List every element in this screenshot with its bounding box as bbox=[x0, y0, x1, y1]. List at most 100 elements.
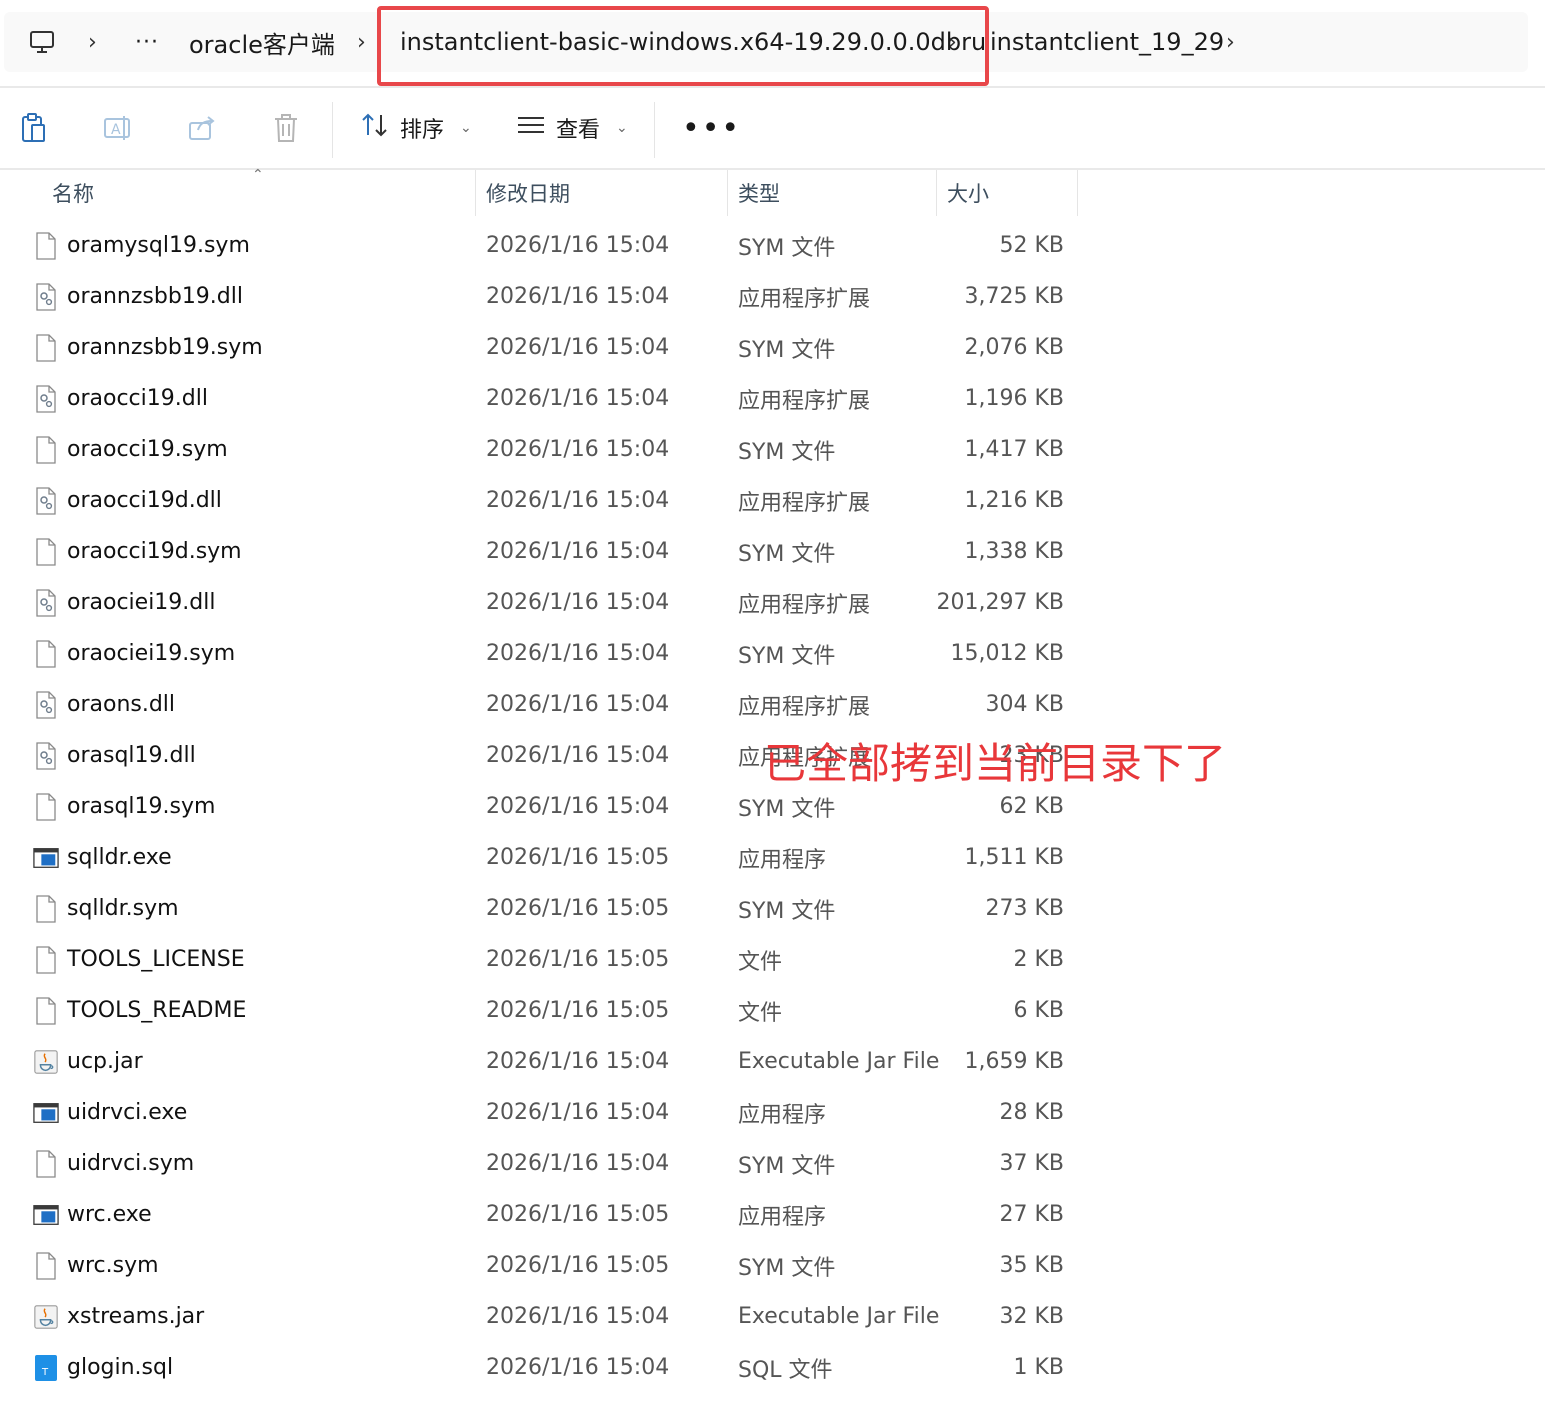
file-row[interactable]: uidrvci.sym 2026/1/16 15:04 SYM 文件 37 KB bbox=[0, 1138, 1100, 1189]
file-type: 应用程序扩展 bbox=[738, 490, 871, 516]
file-size: 1,417 KB bbox=[964, 437, 1065, 462]
breadcrumb-instantclient-19-29[interactable]: instantclient_19_29 bbox=[990, 12, 1224, 72]
generic-file-icon bbox=[33, 424, 59, 475]
file-date: 2026/1/16 15:04 bbox=[486, 539, 670, 564]
file-row[interactable]: oraociei19.dll 2026/1/16 15:04 应用程序扩展 201,2… bbox=[0, 577, 1100, 628]
file-type: SYM 文件 bbox=[738, 235, 836, 261]
rename-icon[interactable]: A bbox=[98, 88, 138, 168]
file-size: 6 KB bbox=[1013, 998, 1064, 1023]
file-row[interactable]: oramysql19.sym 2026/1/16 15:04 SYM 文件 52 KB bbox=[0, 220, 1100, 271]
file-row[interactable]: ucp.jar 2026/1/16 15:04 Executable Jar Fil… bbox=[0, 1036, 1100, 1087]
column-separator[interactable] bbox=[936, 170, 937, 216]
breadcrumb-instantclient-basic[interactable]: instantclient-basic-windows.x64-19.29.0.… bbox=[400, 12, 986, 72]
file-date: 2026/1/16 15:04 bbox=[486, 1355, 670, 1380]
svg-text:A: A bbox=[111, 122, 121, 138]
file-type: 应用程序 bbox=[738, 847, 827, 873]
column-header-date[interactable]: 修改日期 bbox=[486, 170, 570, 216]
file-row[interactable]: oraocci19d.dll 2026/1/16 15:04 应用程序扩展 1,216… bbox=[0, 475, 1100, 526]
generic-file-icon bbox=[33, 781, 59, 832]
file-date: 2026/1/16 15:04 bbox=[486, 233, 670, 258]
sql-file-icon: T bbox=[33, 1342, 59, 1393]
sort-button[interactable]: 排序 ⌄ bbox=[360, 88, 472, 168]
file-date: 2026/1/16 15:04 bbox=[486, 488, 670, 513]
column-header-name[interactable]: 名称 bbox=[52, 170, 94, 216]
column-separator[interactable] bbox=[727, 170, 728, 216]
file-date: 2026/1/16 15:04 bbox=[486, 1049, 670, 1074]
file-size: 201,297 KB bbox=[936, 590, 1065, 615]
file-row[interactable]: TOOLS_LICENSE 2026/1/16 15:05 文件 2 KB bbox=[0, 934, 1100, 985]
computer-icon[interactable] bbox=[28, 12, 56, 72]
svg-text:T: T bbox=[41, 1367, 49, 1378]
file-row[interactable]: TOOLS_README 2026/1/16 15:05 文件 6 KB bbox=[0, 985, 1100, 1036]
dll-file-icon bbox=[33, 679, 59, 730]
column-separator[interactable] bbox=[475, 170, 476, 216]
file-row[interactable]: wrc.exe 2026/1/16 15:05 应用程序 27 KB bbox=[0, 1189, 1100, 1240]
chevron-right-icon[interactable]: › bbox=[88, 12, 97, 72]
address-bar[interactable]: › ··· oracle客户端 › instantclient-basic-wi… bbox=[4, 12, 1528, 72]
more-options-button[interactable]: ••• bbox=[682, 88, 741, 168]
file-size: 2,076 KB bbox=[964, 335, 1065, 360]
column-separator[interactable] bbox=[1077, 170, 1078, 216]
file-type: SYM 文件 bbox=[738, 898, 836, 924]
file-size: 304 KB bbox=[985, 692, 1064, 717]
file-type: SYM 文件 bbox=[738, 1153, 836, 1179]
dll-file-icon bbox=[33, 730, 59, 781]
view-label: 查看 bbox=[556, 118, 601, 143]
file-date: 2026/1/16 15:04 bbox=[486, 794, 670, 819]
chevron-right-icon[interactable]: › bbox=[948, 12, 957, 72]
generic-file-icon bbox=[33, 322, 59, 373]
view-button[interactable]: 查看 ⌄ bbox=[516, 88, 628, 168]
file-row[interactable]: oraocci19d.sym 2026/1/16 15:04 SYM 文件 1,338… bbox=[0, 526, 1100, 577]
sort-label: 排序 bbox=[400, 118, 445, 143]
file-row[interactable]: sqlldr.sym 2026/1/16 15:05 SYM 文件 273 KB bbox=[0, 883, 1100, 934]
file-row[interactable]: oraocci19.dll 2026/1/16 15:04 应用程序扩展 1,196 … bbox=[0, 373, 1100, 424]
chevron-right-icon[interactable]: › bbox=[357, 12, 366, 72]
file-row[interactable]: Tglogin.sql 2026/1/16 15:04 SQL 文件 1 KB bbox=[0, 1342, 1100, 1393]
file-row[interactable]: wrc.sym 2026/1/16 15:05 SYM 文件 35 KB bbox=[0, 1240, 1100, 1291]
file-row[interactable]: oraons.dll 2026/1/16 15:04 应用程序扩展 304 KB bbox=[0, 679, 1100, 730]
file-type: 应用程序 bbox=[738, 1102, 827, 1128]
file-name: oraocci19d.sym bbox=[67, 539, 242, 564]
file-row[interactable]: orannzsbb19.dll 2026/1/16 15:04 应用程序扩展 3,72… bbox=[0, 271, 1100, 322]
breadcrumb-oracle-client[interactable]: oracle客户端 bbox=[189, 12, 335, 72]
file-date: 2026/1/16 15:04 bbox=[486, 1151, 670, 1176]
file-type: Executable Jar File bbox=[738, 1304, 940, 1329]
chevron-right-icon[interactable]: › bbox=[1226, 12, 1235, 72]
column-header-type[interactable]: 类型 bbox=[738, 170, 780, 216]
generic-file-icon bbox=[33, 628, 59, 679]
file-size: 27 KB bbox=[999, 1202, 1064, 1227]
file-row[interactable]: oraociei19.sym 2026/1/16 15:04 SYM 文件 15,01… bbox=[0, 628, 1100, 679]
file-type: 应用程序扩展 bbox=[738, 694, 871, 720]
file-name: glogin.sql bbox=[67, 1355, 174, 1380]
file-type: 文件 bbox=[738, 949, 783, 975]
command-bar: A 排序 ⌄ 查看 ⌄ ••• bbox=[0, 88, 1545, 168]
file-size: 1,216 KB bbox=[964, 488, 1065, 513]
file-type: SYM 文件 bbox=[738, 1255, 836, 1281]
exe-file-icon bbox=[33, 1189, 59, 1240]
file-name: oraons.dll bbox=[67, 692, 176, 717]
file-row[interactable]: xstreams.jar 2026/1/16 15:04 Executable Ja… bbox=[0, 1291, 1100, 1342]
file-name: uidrvci.exe bbox=[67, 1100, 188, 1125]
paste-icon[interactable] bbox=[14, 88, 54, 168]
generic-file-icon bbox=[33, 985, 59, 1036]
column-header-size[interactable]: 大小 bbox=[947, 170, 989, 216]
file-name: sqlldr.sym bbox=[67, 896, 179, 921]
file-row[interactable]: uidrvci.exe 2026/1/16 15:04 应用程序 28 KB bbox=[0, 1087, 1100, 1138]
delete-icon[interactable] bbox=[266, 88, 306, 168]
breadcrumb-overflow[interactable]: ··· bbox=[135, 12, 159, 72]
file-type: 文件 bbox=[738, 1000, 783, 1026]
file-name: oraocci19.sym bbox=[67, 437, 228, 462]
toolbar-separator bbox=[654, 102, 655, 158]
file-name: sqlldr.exe bbox=[67, 845, 172, 870]
file-name: ucp.jar bbox=[67, 1049, 143, 1074]
file-date: 2026/1/16 15:04 bbox=[486, 437, 670, 462]
file-type: SYM 文件 bbox=[738, 541, 836, 567]
share-icon[interactable] bbox=[182, 88, 222, 168]
dll-file-icon bbox=[33, 475, 59, 526]
file-row[interactable]: oraocci19.sym 2026/1/16 15:04 SYM 文件 1,417 … bbox=[0, 424, 1100, 475]
file-row[interactable]: sqlldr.exe 2026/1/16 15:05 应用程序 1,511 KB bbox=[0, 832, 1100, 883]
file-date: 2026/1/16 15:05 bbox=[486, 845, 670, 870]
file-size: 1,338 KB bbox=[964, 539, 1065, 564]
file-row[interactable]: orannzsbb19.sym 2026/1/16 15:04 SYM 文件 2,07… bbox=[0, 322, 1100, 373]
file-name: orannzsbb19.sym bbox=[67, 335, 263, 360]
